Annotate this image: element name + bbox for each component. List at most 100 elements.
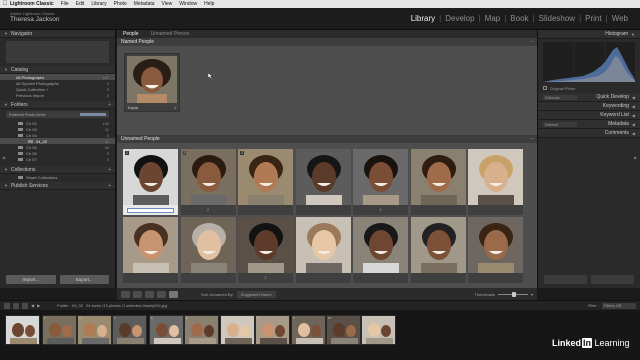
face-cell[interactable] xyxy=(468,149,523,215)
sync-settings-button[interactable] xyxy=(591,275,634,284)
named-person-card[interactable]: Kayla 4 xyxy=(124,53,180,112)
face-cell[interactable]: 22 xyxy=(180,149,236,215)
left-panel-toggle-icon[interactable]: ◀ xyxy=(2,155,5,160)
person-name[interactable]: Kayla xyxy=(128,105,138,110)
grid-icon[interactable] xyxy=(22,302,28,309)
module-web[interactable]: Web xyxy=(608,14,632,23)
menu-library[interactable]: Library xyxy=(91,1,106,7)
menu-app[interactable]: Lightroom Classic xyxy=(10,1,54,7)
window-1-icon[interactable] xyxy=(4,302,10,309)
filmstrip-thumbnail[interactable]: 10 xyxy=(326,315,361,345)
face-cell[interactable] xyxy=(410,217,466,283)
histogram-header[interactable]: Histogram ▼ xyxy=(538,30,640,39)
tab-people[interactable]: People xyxy=(123,31,139,37)
thumbnail-size-slider[interactable] xyxy=(497,291,528,297)
folder-icon xyxy=(18,145,23,149)
filmstrip-thumbnail[interactable]: 3 xyxy=(77,315,112,345)
collapse-icon[interactable]: − xyxy=(530,39,533,45)
menu-edit[interactable]: Edit xyxy=(76,1,85,7)
metadata-header[interactable]: Default Metadata ◀ xyxy=(538,120,640,129)
navigator-preview[interactable] xyxy=(6,41,109,63)
face-cell[interactable] xyxy=(123,217,178,283)
window-2-icon[interactable] xyxy=(13,302,19,309)
face-cell[interactable] xyxy=(295,217,351,283)
catalog-header[interactable]: ▼ Catalog xyxy=(0,66,115,74)
catalog-item-previous-import[interactable]: Previous Import 0 xyxy=(0,92,115,98)
import-button[interactable]: Import... xyxy=(6,275,56,284)
face-cell[interactable]: 2 xyxy=(353,149,408,215)
metadata-preset-dropdown[interactable]: Default xyxy=(543,121,577,127)
drive-row[interactable]: External Photo Drive xyxy=(6,111,109,118)
filmstrip-thumbnail[interactable]: 6 xyxy=(184,315,219,345)
menu-photo[interactable]: Photo xyxy=(114,1,127,7)
name-input[interactable] xyxy=(127,208,174,213)
face-cell[interactable]: 2 xyxy=(238,149,293,215)
apple-icon[interactable]:  xyxy=(0,1,10,7)
sort-dropdown[interactable]: Suggested Name xyxy=(236,290,276,298)
collection-smart[interactable]: Smart Collections xyxy=(0,174,115,180)
keywording-header[interactable]: Keywording ◀ xyxy=(538,102,640,111)
people-tabs: People Unnamed Person xyxy=(117,30,537,38)
module-print[interactable]: Print xyxy=(581,14,605,23)
filmstrip-thumbnail[interactable]: 1 xyxy=(5,315,40,345)
toolbar-menu-icon[interactable]: ▾ xyxy=(531,292,533,297)
face-cell[interactable]: 2 xyxy=(123,149,178,215)
comments-header[interactable]: Comments ◀ xyxy=(538,129,640,138)
filmstrip-thumbnail[interactable]: 11 xyxy=(361,315,396,345)
collapse-triangle-icon: ◀ xyxy=(631,121,635,127)
module-map[interactable]: Map xyxy=(481,14,505,23)
face-cell[interactable] xyxy=(295,149,351,215)
filmstrip-thumbnail[interactable]: 4 xyxy=(112,315,147,345)
navigator-header[interactable]: ▼ Navigator xyxy=(0,30,115,38)
back-arrow-icon[interactable]: ◀ xyxy=(31,303,34,308)
filmstrip-thumbnail[interactable]: 9 xyxy=(291,315,326,345)
filmstrip: 1 2 3 4 5 6 7 8 9 10 11 xyxy=(0,310,640,360)
sync-metadata-button[interactable] xyxy=(544,275,587,284)
filmstrip-thumbnail[interactable]: 8 xyxy=(255,315,290,345)
menu-metadata[interactable]: Metadata xyxy=(134,1,155,7)
original-photo-toggle[interactable]: Original Photo xyxy=(543,85,635,91)
face-count-badge: 2 xyxy=(182,151,187,155)
face-cell[interactable] xyxy=(353,217,408,283)
filmstrip-source[interactable]: Folder : 04_02 xyxy=(57,303,83,308)
menu-file[interactable]: File xyxy=(61,1,69,7)
grid-view-button[interactable] xyxy=(121,290,130,298)
add-folder-icon[interactable]: + xyxy=(108,102,111,108)
keyword-list-header[interactable]: Keyword List ◀ xyxy=(538,111,640,120)
face-cell[interactable]: 2 xyxy=(238,217,293,283)
filmstrip-thumbnail[interactable]: 5 xyxy=(149,315,184,345)
face-cell[interactable] xyxy=(468,217,523,283)
loupe-view-button[interactable] xyxy=(133,290,142,298)
module-book[interactable]: Book xyxy=(506,14,532,23)
publish-services-header[interactable]: ▼ Publish Services + xyxy=(0,182,115,190)
collections-header[interactable]: ▼ Collections + xyxy=(0,166,115,174)
slider-knob[interactable] xyxy=(511,291,516,297)
people-view-button[interactable] xyxy=(169,290,178,298)
module-develop[interactable]: Develop xyxy=(441,14,478,23)
compare-view-button[interactable] xyxy=(145,290,154,298)
face-cell[interactable] xyxy=(180,217,236,283)
collapse-triangle-icon: ▼ xyxy=(4,31,8,36)
module-library[interactable]: Library xyxy=(407,14,439,23)
quick-develop-header[interactable]: Defaults Quick Develop ◀ xyxy=(538,93,640,102)
menu-window[interactable]: Window xyxy=(179,1,197,7)
checkbox[interactable] xyxy=(543,86,547,90)
tab-unnamed-person[interactable]: Unnamed Person xyxy=(151,31,190,37)
right-panel-toggle-icon[interactable]: ▶ xyxy=(634,155,637,160)
add-publish-icon[interactable]: + xyxy=(108,183,111,189)
collapse-icon[interactable]: − xyxy=(530,136,533,142)
add-collection-icon[interactable]: + xyxy=(108,167,111,173)
filter-dropdown[interactable]: Filters Off xyxy=(602,302,636,309)
forward-arrow-icon[interactable]: ▶ xyxy=(37,303,40,308)
menu-help[interactable]: Help xyxy=(204,1,214,7)
filmstrip-thumbnail[interactable]: 2 xyxy=(42,315,77,345)
saved-preset-dropdown[interactable]: Defaults xyxy=(543,94,577,100)
survey-view-button[interactable] xyxy=(157,290,166,298)
filmstrip-thumbnail[interactable]: 7 xyxy=(220,315,255,345)
folders-header[interactable]: ▼ Folders + xyxy=(0,101,115,109)
menu-view[interactable]: View xyxy=(162,1,173,7)
export-button[interactable]: Export... xyxy=(59,275,109,284)
folder-ch07[interactable]: Ch 07 0 xyxy=(0,156,115,162)
face-cell[interactable] xyxy=(410,149,466,215)
module-slideshow[interactable]: Slideshow xyxy=(535,14,579,23)
